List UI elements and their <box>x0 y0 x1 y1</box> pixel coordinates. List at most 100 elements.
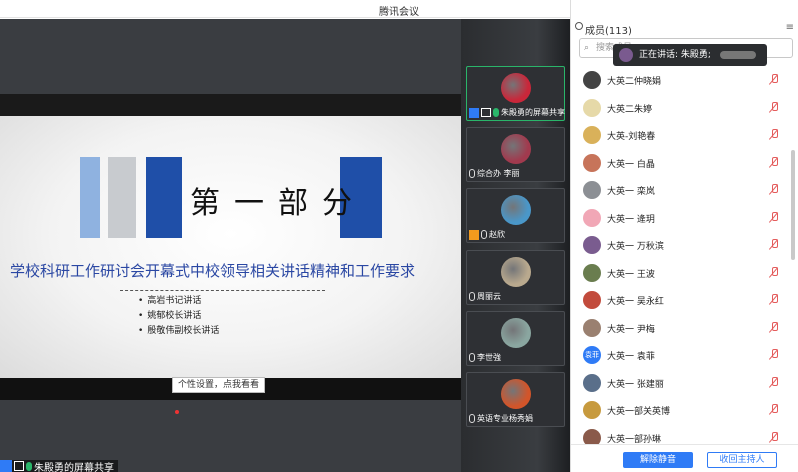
letterbox-top <box>0 94 461 116</box>
menu-icon[interactable]: ≡ <box>786 22 794 33</box>
tile-label: 综合办 李丽 <box>469 168 520 179</box>
member-row[interactable]: 大英一 王波 <box>571 260 789 288</box>
member-name: 大英-刘艳春 <box>607 132 656 142</box>
mic-muted-icon[interactable] <box>770 266 778 278</box>
mic-muted-icon[interactable] <box>770 211 778 223</box>
member-avatar <box>583 153 601 172</box>
member-list: 大英二仲晓娟 大英二朱婷大英-刘艳春 大英一 白晶 大英一 栾岚大英一 逄玥 大英一 万… <box>571 67 789 452</box>
member-row[interactable]: 大英二仲晓娟 <box>571 67 789 95</box>
slide-bullets: 高岩书记讲话 姚郁校长讲话 殷敬伟副校长讲话 <box>138 294 219 339</box>
mic-muted-icon[interactable] <box>770 101 778 113</box>
participant-avatar <box>501 318 531 348</box>
unmute-all-button[interactable]: 解除静音 <box>623 452 693 468</box>
mic-muted-icon[interactable] <box>770 349 778 360</box>
member-avatar <box>583 236 601 254</box>
member-avatar <box>583 318 601 337</box>
members-icon <box>575 22 583 30</box>
video-gallery: 朱殿勇的屏幕共享 综合办 李丽 赵欣 周丽云 李世強 英语专业杨秀娟 <box>461 19 570 472</box>
slide-bullet: 高岩书记讲话 <box>138 294 219 309</box>
cursor-marker <box>175 410 179 414</box>
video-tile[interactable]: 英语专业杨秀娟 <box>466 372 565 427</box>
panel-footer: 解除静音 收回主持人 <box>571 444 798 472</box>
member-avatar <box>583 373 601 392</box>
member-name: 大英一 王波 <box>607 269 655 280</box>
speaking-text: 正在讲话: 朱殿勇; <box>639 50 711 60</box>
mic-muted-icon[interactable] <box>770 294 778 305</box>
member-row[interactable]: 大英一 逄玥 <box>571 205 789 233</box>
member-row[interactable]: 大英一部关英博 <box>571 397 789 425</box>
tile-name: 英语专业杨秀娟 <box>477 414 533 423</box>
slide-bar-3 <box>146 157 182 238</box>
member-name: 大英一部孙琳 <box>607 434 662 445</box>
personalize-tooltip[interactable]: 个性设置，点我看看 <box>172 377 266 393</box>
member-row[interactable]: 大英一 张建丽 <box>571 370 789 398</box>
member-avatar <box>583 126 601 144</box>
member-name: 大英一 尹梅 <box>607 324 655 335</box>
video-tile[interactable]: 李世強 <box>466 311 565 366</box>
member-avatar <box>583 71 601 89</box>
video-tile[interactable]: 赵欣 <box>466 188 565 243</box>
mic-muted-icon[interactable] <box>770 129 778 140</box>
panel-header: 成员(113) ≡ <box>571 0 798 37</box>
screen-share-icon <box>481 108 491 117</box>
user-icon <box>469 107 479 118</box>
mic-icon <box>26 461 32 471</box>
member-row[interactable]: 大英二朱婷 <box>571 95 789 123</box>
tile-label: 周丽云 <box>469 291 501 302</box>
member-avatar <box>583 181 601 199</box>
member-name: 大英一 白晶 <box>607 159 655 170</box>
member-name: 大英一 吴永红 <box>607 297 664 307</box>
video-tile[interactable]: 朱殿勇的屏幕共享 <box>466 66 565 121</box>
slide-bullet: 姚郁校长讲话 <box>138 309 219 324</box>
tile-name: 周丽云 <box>477 292 501 301</box>
member-name: 大英一 张建丽 <box>607 379 664 390</box>
shared-screen-area[interactable]: 第一部分 学校科研工作研讨会开幕式中校领导相关讲话精神和工作要求 高岩书记讲话 … <box>0 19 461 472</box>
camera-off-icon <box>469 229 479 240</box>
tile-label: 英语专业杨秀娟 <box>469 413 533 424</box>
slide-title: 第一部分 <box>190 186 366 221</box>
tile-label: 朱殿勇的屏幕共享 <box>469 107 565 118</box>
mic-muted-icon[interactable] <box>770 404 778 415</box>
member-avatar <box>583 98 601 117</box>
member-name: 大英二朱婷 <box>607 104 653 115</box>
user-icon <box>0 460 12 472</box>
tile-name: 李世強 <box>477 353 501 362</box>
mic-muted-icon[interactable] <box>770 184 778 195</box>
member-name: 大英二仲晓娟 <box>607 77 662 87</box>
member-avatar <box>583 263 601 282</box>
member-row[interactable]: 袁菲 大英一 袁菲 <box>571 342 789 370</box>
speaking-indicator: 正在讲话: 朱殿勇; <box>613 44 767 66</box>
tile-name: 赵欣 <box>489 230 505 239</box>
panel-title: 成员(113) <box>585 26 632 37</box>
mic-muted-icon <box>469 414 475 423</box>
slide-bar-2 <box>108 157 136 238</box>
mic-muted-icon[interactable] <box>770 321 778 333</box>
mic-muted-icon[interactable] <box>770 239 778 250</box>
slide-bar-1 <box>80 157 100 238</box>
participant-avatar <box>501 134 531 164</box>
participant-avatar <box>501 73 531 103</box>
member-list-scrollbar[interactable] <box>791 150 795 260</box>
slide-subtitle: 学校科研工作研讨会开幕式中校领导相关讲话精神和工作要求 <box>10 262 416 280</box>
mic-muted-icon[interactable] <box>770 376 778 388</box>
mic-muted-icon[interactable] <box>770 431 778 443</box>
speaker-avatar <box>619 48 633 62</box>
slide-divider <box>120 290 325 291</box>
member-row[interactable]: 大英一 尹梅 <box>571 315 789 343</box>
video-tile[interactable]: 综合办 李丽 <box>466 127 565 182</box>
video-tile[interactable]: 周丽云 <box>466 250 565 305</box>
mic-icon <box>493 108 499 117</box>
participant-avatar <box>501 195 531 225</box>
member-row[interactable]: 大英-刘艳春 <box>571 122 789 150</box>
member-name: 大英一 栾岚 <box>607 187 655 197</box>
participant-avatar <box>501 257 531 287</box>
reclaim-host-button[interactable]: 收回主持人 <box>707 452 777 468</box>
mic-muted-icon[interactable] <box>770 156 778 168</box>
member-row[interactable]: 大英一 栾岚 <box>571 177 789 205</box>
mic-muted-icon[interactable] <box>770 74 778 85</box>
tile-name: 综合办 李丽 <box>477 169 520 178</box>
member-row[interactable]: 大英一 吴永红 <box>571 287 789 315</box>
member-name: 大英一 袁菲 <box>607 352 655 362</box>
member-row[interactable]: 大英一 白晶 <box>571 150 789 178</box>
member-row[interactable]: 大英一 万秋滨 <box>571 232 789 260</box>
